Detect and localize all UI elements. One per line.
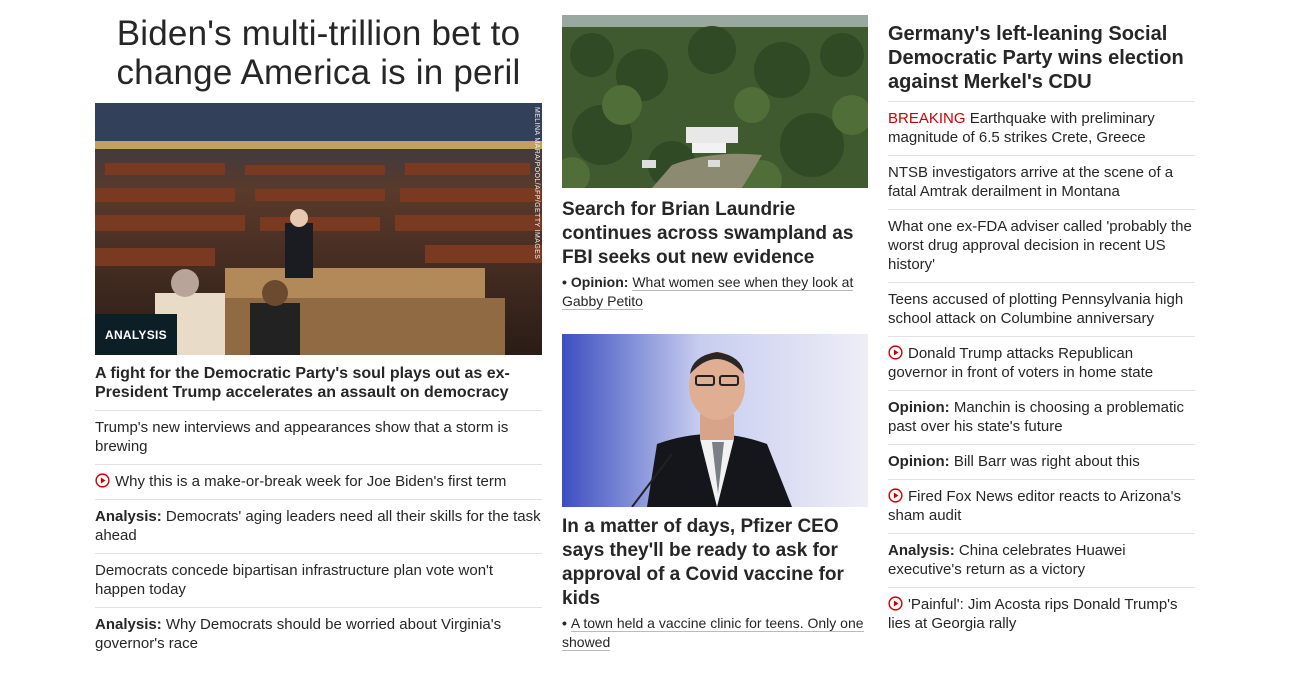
germany-headline[interactable]: Germany's left-leaning Social Democratic…: [888, 22, 1195, 102]
related-link[interactable]: Analysis: Democrats' aging leaders need …: [95, 508, 541, 544]
link-text: 'Painful': Jim Acosta rips Donald Trump'…: [888, 596, 1178, 632]
list-item: What one ex-FDA adviser called 'probably…: [888, 210, 1195, 283]
middle-column: Search for Brian Laundrie continues acro…: [562, 0, 868, 652]
laundrie-related: • Opinion: What women see when they look …: [562, 274, 854, 310]
list-item: Donald Trump attacks Republican governor…: [888, 337, 1195, 391]
pfizer-ceo-photo: [562, 334, 868, 507]
list-item: Analysis: Why Democrats should be worrie…: [95, 608, 542, 661]
related-link[interactable]: Why this is a make-or-break week for Joe…: [95, 473, 506, 490]
label-prefix: Opinion:: [888, 399, 950, 416]
play-circle-icon: [888, 596, 903, 611]
list-item: Why this is a make-or-break week for Joe…: [95, 465, 542, 500]
list-item: Opinion: Manchin is choosing a problemat…: [888, 391, 1195, 445]
label-prefix: Analysis:: [95, 616, 162, 633]
link-text: What one ex-FDA adviser called 'probably…: [888, 218, 1192, 273]
link-text: Donald Trump attacks Republican governor…: [888, 345, 1154, 381]
play-circle-icon: [888, 488, 903, 503]
label-prefix: Analysis:: [888, 542, 955, 559]
link-text: NTSB investigators arrive at the scene o…: [888, 164, 1174, 200]
list-item: Democrats concede bipartisan infrastruct…: [95, 554, 542, 608]
headline-link[interactable]: Analysis: China celebrates Huawei execut…: [888, 542, 1126, 578]
list-item: Trump's new interviews and appearances s…: [95, 411, 542, 465]
headline-link[interactable]: Fired Fox News editor reacts to Arizona'…: [888, 488, 1181, 524]
link-text: Why this is a make-or-break week for Joe…: [115, 473, 507, 490]
lead-related-list: Trump's new interviews and appearances s…: [95, 411, 542, 661]
lead-headline-link[interactable]: Biden's multi-trillion bet to change Ame…: [95, 14, 542, 92]
link-text: Fired Fox News editor reacts to Arizona'…: [888, 488, 1181, 524]
headline-link[interactable]: What one ex-FDA adviser called 'probably…: [888, 218, 1192, 273]
list-item: Teens accused of plotting Pennsylvania h…: [888, 283, 1195, 337]
related-link[interactable]: Trump's new interviews and appearances s…: [95, 419, 508, 455]
related-link[interactable]: A town held a vaccine clinic for teens. …: [562, 615, 864, 651]
headline-link[interactable]: NTSB investigators arrive at the scene o…: [888, 164, 1173, 200]
analysis-badge: ANALYSIS: [95, 314, 177, 355]
headline-link[interactable]: Teens accused of plotting Pennsylvania h…: [888, 291, 1183, 327]
play-circle-icon: [888, 345, 903, 360]
list-item: 'Painful': Jim Acosta rips Donald Trump'…: [888, 588, 1195, 641]
pfizer-ceo-image[interactable]: [562, 334, 868, 507]
list-item: Analysis: Democrats' aging leaders need …: [95, 500, 542, 554]
link-text: Trump's new interviews and appearances s…: [95, 419, 509, 455]
list-item: Analysis: China celebrates Huawei execut…: [888, 534, 1195, 588]
pfizer-related: • A town held a vaccine clinic for teens.…: [562, 615, 864, 651]
image-credit: MELINA MARA/POOL/AFP/GETTY IMAGES: [533, 107, 540, 260]
list-item: Opinion: Bill Barr was right about this: [888, 445, 1195, 480]
related-link[interactable]: Democrats concede bipartisan infrastruct…: [95, 562, 493, 598]
headline-link[interactable]: Opinion: Manchin is choosing a problemat…: [888, 399, 1184, 435]
forest-aerial-photo: [562, 15, 868, 188]
link-text: Democrats concede bipartisan infrastruct…: [95, 562, 494, 598]
link-text: Bill Barr was right about this: [953, 453, 1140, 470]
swamp-aerial-image[interactable]: [562, 15, 868, 188]
link-text: Teens accused of plotting Pennsylvania h…: [888, 291, 1184, 327]
headline-link[interactable]: Opinion: Bill Barr was right about this: [888, 453, 1140, 470]
headline-list: BREAKING Earthquake with preliminary mag…: [888, 102, 1195, 641]
lead-sub-headline[interactable]: A fight for the Democratic Party's soul …: [95, 364, 542, 411]
breaking-label: BREAKING: [888, 110, 966, 127]
related-link[interactable]: Analysis: Why Democrats should be worrie…: [95, 616, 501, 652]
list-item: Fired Fox News editor reacts to Arizona'…: [888, 480, 1195, 534]
headline-link[interactable]: 'Painful': Jim Acosta rips Donald Trump'…: [888, 596, 1178, 632]
pfizer-headline[interactable]: In a matter of days, Pfizer CEO says the…: [562, 515, 868, 611]
list-item: NTSB investigators arrive at the scene o…: [888, 156, 1195, 210]
headline-link[interactable]: Donald Trump attacks Republican governor…: [888, 345, 1153, 381]
list-item: BREAKING Earthquake with preliminary mag…: [888, 102, 1195, 156]
laundrie-headline[interactable]: Search for Brian Laundrie continues acro…: [562, 198, 868, 270]
opinion-prefix: Opinion:: [570, 274, 629, 290]
link-text: Democrats' aging leaders need all their …: [95, 508, 541, 544]
right-column: Germany's left-leaning Social Democratic…: [888, 0, 1195, 641]
lead-image[interactable]: ANALYSIS MELINA MARA/POOL/AFP/GETTY IMAG…: [95, 103, 542, 355]
label-prefix: Analysis:: [95, 508, 162, 525]
lead-column: Biden's multi-trillion bet to change Ame…: [95, 0, 542, 661]
play-circle-icon: [95, 473, 110, 488]
label-prefix: Opinion:: [888, 453, 950, 470]
headline-link[interactable]: BREAKING Earthquake with preliminary mag…: [888, 110, 1155, 146]
